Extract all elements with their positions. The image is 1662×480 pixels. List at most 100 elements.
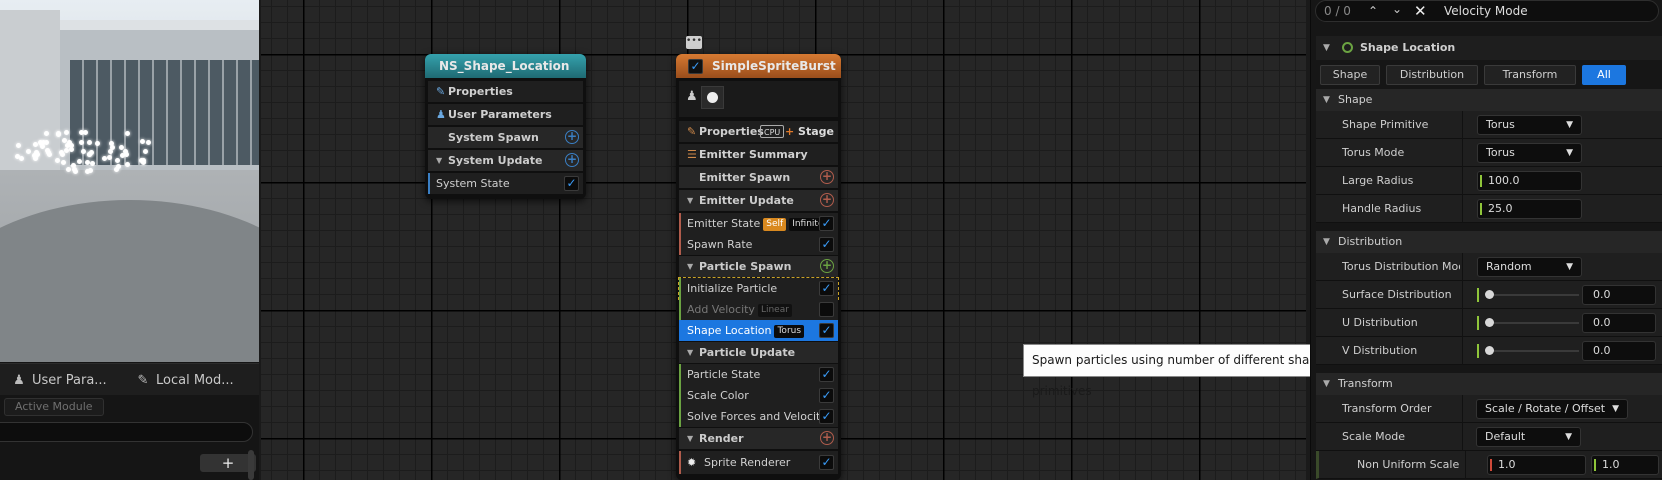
tab-local-modules[interactable]: ✎ Local Mod... (136, 371, 234, 391)
category-distribution[interactable]: ▼ Distribution (1316, 231, 1662, 253)
particle-state-row[interactable]: Particle State ✓ (679, 364, 838, 385)
render-row[interactable]: ▼ Render + (679, 428, 838, 449)
emitter-summary-row[interactable]: ☰ Emitter Summary (679, 144, 838, 165)
comment-icon[interactable]: ••• (686, 36, 702, 49)
prop-u-distribution: U Distribution 0.0 (1316, 309, 1662, 337)
system-state-row[interactable]: System State ✓ (428, 173, 583, 194)
filter-tab-shape[interactable]: Shape (1320, 65, 1380, 85)
linear-badge: Linear (757, 304, 792, 317)
system-properties-row[interactable]: ✎ Properties (428, 81, 583, 102)
add-module-icon[interactable]: + (820, 259, 834, 273)
pencil-icon: ✎ (687, 125, 697, 138)
particle (34, 149, 40, 155)
preview-viewport[interactable] (0, 0, 259, 362)
sprite-renderer-row[interactable]: ✹ Sprite Renderer ✓ (679, 451, 838, 474)
emitter-state-row[interactable]: Emitter State Self Infinite ✓ (679, 213, 838, 234)
u-distribution-slider[interactable] (1477, 315, 1582, 331)
shape-primitive-dropdown[interactable]: Torus ▼ (1477, 115, 1582, 135)
initialize-particle-row[interactable]: Initialize Particle ✓ (678, 277, 839, 300)
chevron-down-icon: ▼ (1566, 148, 1573, 158)
add-renderer-icon[interactable]: + (820, 431, 834, 445)
particle (62, 137, 67, 143)
scale-mode-dropdown[interactable]: Default ▼ (1476, 427, 1581, 447)
details-search[interactable]: 0 / 0 ⌃ ⌄ ✕ Velocity Mode (1315, 0, 1659, 22)
surface-distribution-slider[interactable] (1477, 287, 1582, 303)
scrollbar[interactable] (248, 450, 254, 480)
chevron-up-icon[interactable]: ⌃ (1368, 1, 1378, 21)
solve-forces-row[interactable]: Solve Forces and Velocity ✓ (679, 406, 838, 427)
torus-distribution-dropdown[interactable]: Random ▼ (1477, 257, 1582, 277)
particle (119, 153, 125, 159)
module-header[interactable]: ▼ Shape Location (1316, 36, 1662, 60)
category-shape[interactable]: ▼ Shape (1316, 89, 1662, 111)
handle-radius-input[interactable]: 25.0 (1477, 199, 1582, 219)
tab-user-parameters[interactable]: ♟ User Para... (12, 371, 107, 391)
u-distribution-input[interactable]: 0.0 (1582, 313, 1656, 333)
particle (124, 131, 130, 137)
spawn-rate-row[interactable]: Spawn Rate ✓ (679, 234, 838, 255)
search-input[interactable]: Velocity Mode (1444, 1, 1528, 21)
self-badge: Self (763, 218, 787, 231)
chevron-down-icon: ▼ (436, 156, 443, 165)
particle-spawn-row[interactable]: ▼ Particle Spawn + (679, 256, 838, 277)
add-stage-button[interactable]: + Stage (785, 121, 834, 142)
large-radius-input[interactable]: 100.0 (1477, 171, 1582, 191)
particle (140, 159, 146, 165)
prop-torus-mode: Torus Mode Torus ▼ (1316, 139, 1662, 167)
enable-checkbox[interactable]: ✓ (819, 216, 834, 231)
enable-checkbox[interactable]: ✓ (819, 302, 834, 317)
scale-color-row[interactable]: Scale Color ✓ (679, 385, 838, 406)
chevron-down-icon: ▼ (1566, 262, 1573, 272)
chevron-down-icon: ▼ (1566, 120, 1573, 130)
prop-transform-order: Transform Order Scale / Rotate / Offset ▼ (1316, 395, 1662, 423)
enable-checkbox[interactable]: ✓ (819, 409, 834, 424)
scale-x-input[interactable]: 1.0 (1487, 455, 1586, 475)
add-module-icon[interactable]: + (820, 193, 834, 207)
particle (89, 149, 95, 155)
add-module-icon[interactable]: + (565, 153, 579, 167)
filter-tab-all[interactable]: All (1582, 65, 1626, 85)
close-icon[interactable]: ✕ (1414, 1, 1427, 21)
shape-location-row[interactable]: Shape Location Torus ✓ (679, 320, 838, 341)
scale-y-input[interactable]: 1.0 (1591, 455, 1659, 475)
enable-checkbox[interactable]: ✓ (564, 176, 579, 191)
prop-handle-radius: Handle Radius 25.0 (1316, 195, 1662, 223)
prop-large-radius: Large Radius 100.0 (1316, 167, 1662, 195)
emitter-node[interactable]: SimpleSpriteBurst ✓ ♟ ✎ Properties CPU +… (676, 54, 841, 480)
torus-mode-dropdown[interactable]: Torus ▼ (1477, 143, 1582, 163)
emitter-update-row[interactable]: ▼ Emitter Update + (679, 190, 838, 211)
enable-checkbox[interactable]: ✓ (819, 367, 834, 382)
v-distribution-input[interactable]: 0.0 (1582, 341, 1656, 361)
add-module-icon[interactable]: + (565, 130, 579, 144)
active-module-button[interactable]: Active Module (4, 398, 104, 416)
system-user-parameters-row[interactable]: ♟ User Parameters (428, 104, 583, 125)
category-transform[interactable]: ▼ Transform (1316, 373, 1662, 395)
user-icon: ♟ (13, 373, 25, 388)
system-spawn-row[interactable]: System Spawn + (428, 127, 583, 148)
emitter-enable-checkbox[interactable]: ✓ (688, 59, 703, 74)
transform-order-dropdown[interactable]: Scale / Rotate / Offset ▼ (1476, 399, 1628, 419)
filter-tab-transform[interactable]: Transform (1484, 65, 1576, 85)
add-module-icon[interactable]: + (820, 170, 834, 184)
enable-checkbox[interactable]: ✓ (819, 388, 834, 403)
add-velocity-row[interactable]: Add VelocityLinear ✓ (679, 299, 838, 320)
chevron-down-icon[interactable]: ⌄ (1392, 0, 1402, 19)
surface-distribution-input[interactable]: 0.0 (1582, 285, 1656, 305)
cpu-badge: CPU (760, 125, 785, 138)
node-graph[interactable]: NS_Shape_Location ✎ Properties ♟ User Pa… (261, 0, 1358, 480)
enable-checkbox[interactable]: ✓ (819, 323, 834, 338)
system-update-row[interactable]: ▼ System Update + (428, 150, 583, 171)
filter-tab-distribution[interactable]: Distribution (1386, 65, 1478, 85)
system-node[interactable]: NS_Shape_Location ✎ Properties ♟ User Pa… (425, 54, 586, 199)
emitter-properties-row[interactable]: ✎ Properties CPU + Stage (679, 121, 838, 142)
module-search-input[interactable] (0, 422, 253, 442)
enable-checkbox[interactable]: ✓ (819, 237, 834, 252)
v-distribution-slider[interactable] (1477, 343, 1582, 359)
module-icon (1342, 42, 1353, 53)
particle-update-row[interactable]: ▼ Particle Update (679, 342, 838, 363)
enable-checkbox[interactable]: ✓ (819, 281, 834, 296)
system-node-title[interactable]: NS_Shape_Location (425, 54, 586, 78)
enable-checkbox[interactable]: ✓ (819, 455, 834, 470)
sprite-thumbnail[interactable] (701, 86, 724, 109)
emitter-spawn-row[interactable]: Emitter Spawn + (679, 167, 838, 188)
